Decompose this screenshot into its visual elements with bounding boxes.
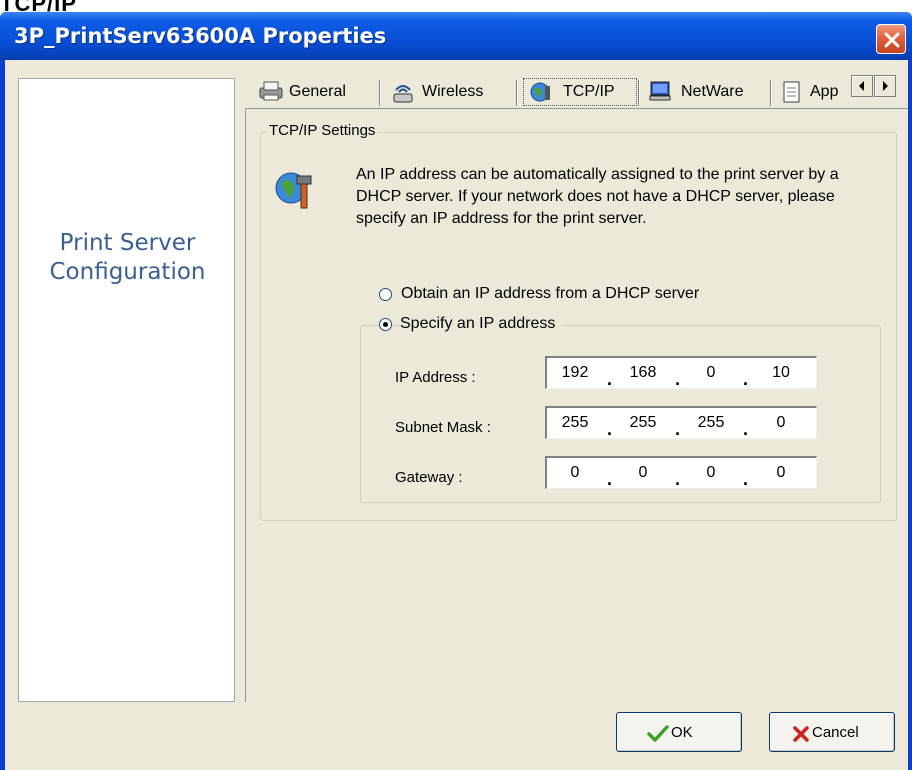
tab-divider — [379, 80, 381, 106]
tab-wireless[interactable]: Wireless — [388, 73, 516, 109]
subnet-octet-1[interactable]: 255 — [553, 414, 597, 432]
tab-tcpip[interactable]: TCP/IP — [523, 73, 637, 109]
wireless-icon — [393, 85, 413, 103]
static-ip-radio[interactable] — [379, 318, 392, 331]
tcpip-description: An IP address can be automatically assig… — [356, 166, 839, 227]
tcpip-tools-icon — [275, 172, 312, 209]
arrow-right-icon — [883, 81, 888, 91]
tab-divider — [516, 80, 518, 106]
tab-divider — [770, 80, 772, 106]
banner-title-line1: Print Server — [59, 230, 196, 256]
left-banner: Print Server Configuration — [18, 78, 235, 702]
subnet-octet-4[interactable]: 0 — [759, 414, 803, 432]
close-button[interactable] — [876, 24, 906, 54]
tab-general-label: General — [289, 83, 346, 100]
dialog-body: Print Server Configuration General Wirel… — [5, 60, 908, 770]
ok-button[interactable]: OK — [616, 712, 742, 752]
network-globe-icon — [530, 82, 550, 102]
gateway-octet-3[interactable]: 0 — [689, 464, 733, 482]
computer-icon — [649, 81, 671, 101]
subnet-mask-field[interactable]: 255 . 255 . 255 . 0 — [545, 406, 817, 439]
dhcp-radio[interactable] — [379, 288, 392, 301]
cancel-button-label: Cancel — [812, 724, 859, 741]
title-bar[interactable]: 3P_PrintServ63600A Properties — [0, 12, 912, 60]
gateway-field[interactable]: 0 . 0 . 0 . 0 — [545, 456, 817, 489]
gateway-dot: . — [743, 469, 749, 489]
subnet-mask-label: Subnet Mask : — [395, 419, 491, 436]
gateway-octet-4[interactable]: 0 — [759, 464, 803, 482]
tab-wireless-label: Wireless — [422, 83, 484, 100]
arrow-left-icon — [859, 81, 864, 91]
gateway-label: Gateway : — [395, 469, 463, 486]
ip-octet-4[interactable]: 10 — [759, 364, 803, 382]
static-option-label[interactable]: Specify an IP address — [400, 315, 562, 333]
tab-scroll-left-button[interactable] — [851, 75, 873, 97]
printer-icon — [259, 81, 283, 101]
gateway-dot: . — [607, 469, 613, 489]
gateway-octet-2[interactable]: 0 — [621, 464, 665, 482]
tab-tcpip-label: TCP/IP — [563, 83, 615, 100]
radio-selected-dot — [383, 322, 388, 327]
banner-title: Print Server Configuration — [19, 229, 236, 287]
tab-scroll-right-button[interactable] — [874, 75, 896, 97]
subnet-dot: . — [607, 419, 613, 439]
ip-octet-2[interactable]: 168 — [621, 364, 665, 382]
ip-octet-3[interactable]: 0 — [689, 364, 733, 382]
subnet-octet-2[interactable]: 255 — [621, 414, 665, 432]
banner-title-line2: Configuration — [49, 259, 206, 285]
subnet-dot: . — [743, 419, 749, 439]
ip-dot: . — [607, 369, 613, 389]
tcpip-settings-title: TCP/IP Settings — [267, 122, 378, 139]
ip-address-field[interactable]: 192 . 168 . 0 . 10 — [545, 356, 817, 389]
ip-octet-1[interactable]: 192 — [553, 364, 597, 382]
tab-app-label: App — [810, 83, 839, 100]
ip-dot: . — [675, 369, 681, 389]
tab-divider — [638, 80, 640, 106]
subnet-dot: . — [675, 419, 681, 439]
checkmark-icon — [647, 725, 669, 742]
x-icon — [793, 726, 809, 742]
tab-netware[interactable]: NetWare — [645, 73, 771, 109]
window-title: 3P_PrintServ63600A Properties — [14, 24, 387, 48]
close-icon — [884, 32, 900, 48]
ok-button-label: OK — [671, 724, 693, 741]
tab-netware-label: NetWare — [681, 83, 744, 100]
gateway-dot: . — [675, 469, 681, 489]
document-icon — [783, 81, 800, 103]
gateway-octet-1[interactable]: 0 — [553, 464, 597, 482]
tab-general[interactable]: General — [255, 73, 379, 109]
dhcp-option-label[interactable]: Obtain an IP address from a DHCP server — [401, 285, 699, 303]
properties-window: 3P_PrintServ63600A Properties Print Serv… — [0, 12, 912, 770]
subnet-octet-3[interactable]: 255 — [689, 414, 733, 432]
cancel-button[interactable]: Cancel — [769, 712, 895, 752]
ip-address-label: IP Address : — [395, 369, 476, 386]
tab-app[interactable]: App — [778, 73, 848, 109]
ip-dot: . — [743, 369, 749, 389]
